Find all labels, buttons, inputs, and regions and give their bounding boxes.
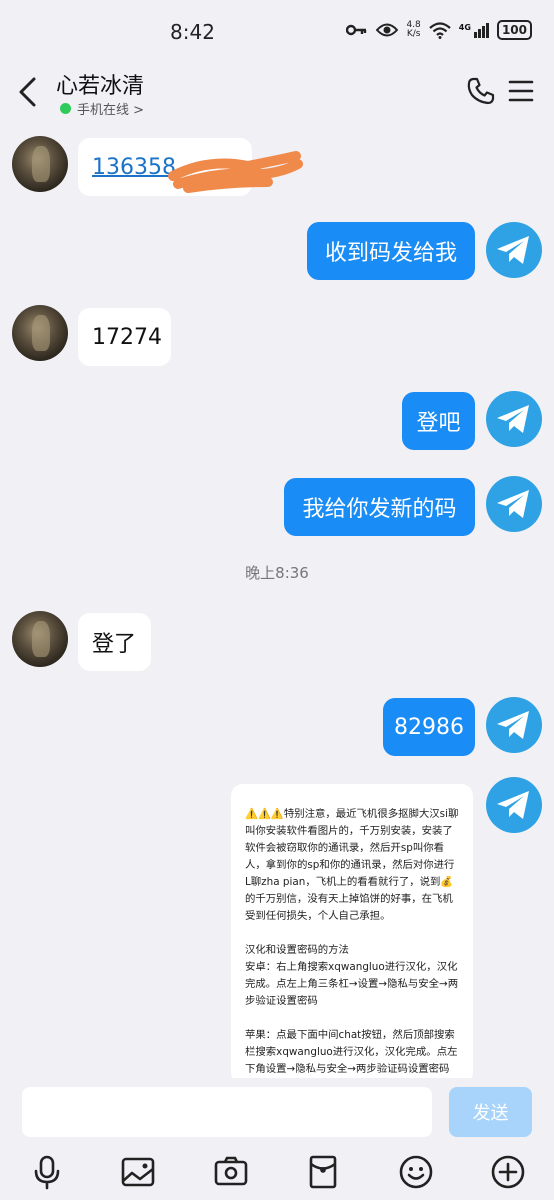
card-paragraph-ios: 苹果：点最下面中间chat按钮，然后顶部搜索栏搜索xqwangluo进行汉化，汉… xyxy=(245,1029,458,1075)
red-packet-icon[interactable] xyxy=(305,1154,341,1190)
message-text: 登吧 xyxy=(416,411,461,436)
message-text: 82986 xyxy=(394,714,464,740)
bottom-toolbar xyxy=(0,1148,554,1200)
phone-number-link[interactable]: 136358 xyxy=(92,155,176,180)
message-text: 登了 xyxy=(92,632,137,657)
input-bar: 发送 xyxy=(0,1078,554,1148)
phone-icon[interactable] xyxy=(466,76,496,106)
contact-avatar[interactable] xyxy=(12,305,68,361)
status-icons: 4.8 K/s 4G 100 xyxy=(346,20,532,40)
camera-icon[interactable] xyxy=(213,1154,249,1190)
net-speed-unit: K/s xyxy=(406,29,421,39)
card-paragraph-android: 汉化和设置密码的方法 安卓：右上角搜索xqwangluo进行汉化，汉化完成。点左… xyxy=(245,944,459,1007)
online-dot xyxy=(60,103,71,114)
message-text: 收到码发给我 xyxy=(324,241,457,266)
microphone-icon[interactable] xyxy=(29,1154,65,1190)
emoji-icon[interactable] xyxy=(398,1154,434,1190)
signal-icon: 4G xyxy=(458,22,489,38)
message-bubble-incoming[interactable]: 17274 xyxy=(78,308,171,366)
telegram-icon[interactable] xyxy=(486,476,542,532)
back-icon[interactable] xyxy=(16,76,40,108)
online-status[interactable]: 手机在线 > xyxy=(60,99,144,118)
status-time: 8:42 xyxy=(170,20,215,44)
message-text: 我给你发新的码 xyxy=(302,497,457,522)
chat-header: 心若冰清 手机在线 > xyxy=(0,62,554,122)
online-status-label: 手机在线 > xyxy=(77,103,145,118)
telegram-icon[interactable] xyxy=(486,777,542,833)
chat-title[interactable]: 心若冰清 xyxy=(56,68,144,100)
plus-icon[interactable] xyxy=(490,1154,526,1190)
image-message-card[interactable]: ⚠️⚠️⚠️特别注意，最近飞机很多抠脚大汉si聊叫你安装软件看图片的，千万别安装… xyxy=(231,784,473,1084)
message-text: 17274 xyxy=(92,324,162,350)
telegram-icon[interactable] xyxy=(486,222,542,278)
contact-avatar[interactable] xyxy=(12,136,68,192)
image-icon[interactable] xyxy=(120,1154,156,1190)
send-button[interactable]: 发送 xyxy=(449,1087,532,1137)
message-bubble-outgoing[interactable]: 收到码发给我 xyxy=(307,222,475,280)
contact-avatar[interactable] xyxy=(12,611,68,667)
message-bubble-outgoing[interactable]: 82986 xyxy=(383,698,475,756)
message-bubble-outgoing[interactable]: 登吧 xyxy=(402,392,475,450)
message-bubble-incoming[interactable]: 136358 xyxy=(78,138,252,196)
image-message-text: ⚠️⚠️⚠️特别注意，最近飞机很多抠脚大汉si聊叫你安装软件看图片的，千万别安装… xyxy=(231,784,473,1078)
message-input[interactable] xyxy=(22,1087,432,1137)
key-icon xyxy=(346,24,367,36)
message-bubble-outgoing[interactable]: 我给你发新的码 xyxy=(284,478,475,536)
net-speed: 4.8 K/s xyxy=(406,21,420,39)
status-bar: 8:42 4.8 K/s 4G 100 xyxy=(0,0,554,62)
telegram-icon[interactable] xyxy=(486,697,542,753)
wifi-icon xyxy=(429,21,451,39)
menu-icon[interactable] xyxy=(508,78,534,104)
message-bubble-incoming[interactable]: 登了 xyxy=(78,613,151,671)
signal-label: 4G xyxy=(458,22,471,32)
eye-icon xyxy=(376,23,399,37)
telegram-icon[interactable] xyxy=(486,391,542,447)
battery-indicator: 100 xyxy=(496,20,532,40)
card-paragraph-warning: ⚠️⚠️⚠️特别注意，最近飞机很多抠脚大汉si聊叫你安装软件看图片的，千万别安装… xyxy=(245,808,459,922)
message-timestamp: 晚上8:36 xyxy=(245,564,309,582)
